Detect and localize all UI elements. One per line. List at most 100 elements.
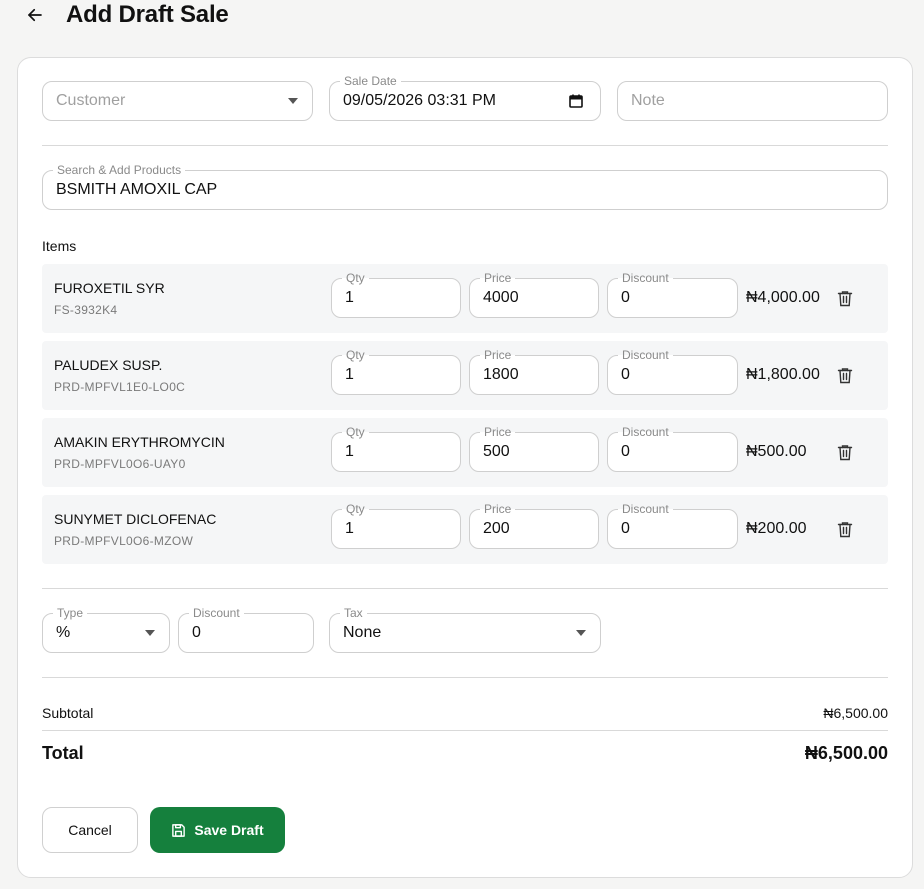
discount-value: 0	[621, 366, 630, 383]
product-search-value: BSMITH AMOXIL CAP	[56, 181, 218, 198]
price-input[interactable]: Price 1800	[469, 348, 599, 395]
product-search-input[interactable]: Search & Add Products BSMITH AMOXIL CAP	[42, 163, 888, 210]
trash-icon[interactable]	[837, 521, 853, 538]
note-input[interactable]: Note	[617, 81, 888, 121]
trash-icon[interactable]	[837, 367, 853, 384]
sale-date-value: 09/05/2026 03:31 PM	[343, 92, 497, 109]
item-row: FUROXETIL SYR FS-3932K4 Qty 1 Price 4000 D…	[42, 264, 888, 333]
type-value: %	[56, 624, 71, 641]
line-total: ₦4,000.00	[746, 289, 820, 306]
item-sku: PRD-MPFVL0O6-MZOW	[54, 534, 194, 548]
sale-date-input[interactable]: Sale Date 09/05/2026 03:31 PM	[329, 74, 601, 121]
divider	[42, 677, 888, 678]
qty-label: Qty	[342, 348, 369, 362]
discount-label: Discount	[618, 425, 673, 439]
customer-placeholder: Customer	[56, 92, 126, 109]
qty-input[interactable]: Qty 1	[331, 425, 461, 472]
discount-label: Discount	[618, 348, 673, 362]
price-label: Price	[480, 502, 516, 516]
total-row: Total ₦6,500.00	[42, 743, 888, 764]
chevron-down-icon	[288, 98, 298, 104]
qty-value: 1	[345, 520, 354, 537]
price-input[interactable]: Price 500	[469, 425, 599, 472]
note-placeholder: Note	[631, 92, 665, 109]
divider	[42, 145, 888, 146]
item-name: FUROXETIL SYR	[54, 280, 165, 296]
price-input[interactable]: Price 4000	[469, 271, 599, 318]
arrow-left-icon	[28, 8, 42, 22]
price-label: Price	[480, 425, 516, 439]
save-draft-button[interactable]: Save Draft	[150, 807, 285, 853]
product-search-label: Search & Add Products	[53, 163, 186, 177]
discount-input[interactable]: Discount 0	[607, 271, 738, 318]
line-total: ₦200.00	[746, 520, 807, 537]
total-value: ₦6,500.00	[804, 743, 888, 763]
sale-date-label: Sale Date	[340, 74, 401, 88]
save-draft-label: Save Draft	[194, 822, 264, 838]
line-total: ₦500.00	[746, 443, 807, 460]
qty-label: Qty	[342, 425, 369, 439]
qty-input[interactable]: Qty 1	[331, 348, 461, 395]
price-label: Price	[480, 348, 516, 362]
item-row: PALUDEX SUSP. PRD-MPFVL1E0-LO0C Qty 1 Pri…	[42, 341, 888, 410]
order-discount-label: Discount	[189, 606, 244, 620]
price-value: 200	[483, 520, 510, 537]
item-row: AMAKIN ERYTHROMYCIN PRD-MPFVL0O6-UAY0 Qt…	[42, 418, 888, 487]
discount-label: Discount	[618, 271, 673, 285]
tax-select[interactable]: Tax None	[329, 606, 601, 653]
floppy-disk-icon	[172, 823, 186, 837]
line-total: ₦1,800.00	[746, 366, 820, 383]
back-button[interactable]	[24, 4, 46, 26]
trash-icon[interactable]	[837, 444, 853, 461]
qty-value: 1	[345, 443, 354, 460]
qty-label: Qty	[342, 271, 369, 285]
items-heading: Items	[42, 238, 77, 254]
qty-value: 1	[345, 366, 354, 383]
total-label: Total	[42, 743, 84, 763]
chevron-down-icon	[145, 630, 155, 636]
divider	[42, 730, 888, 731]
order-discount-input[interactable]: Discount 0	[178, 606, 314, 653]
price-value: 4000	[483, 289, 519, 306]
tax-value: None	[343, 624, 382, 641]
cancel-label: Cancel	[68, 822, 112, 838]
item-name: PALUDEX SUSP.	[54, 357, 163, 373]
subtotal-row: Subtotal ₦6,500.00	[42, 705, 888, 721]
price-label: Price	[480, 271, 516, 285]
qty-input[interactable]: Qty 1	[331, 271, 461, 318]
qty-value: 1	[345, 289, 354, 306]
item-sku: FS-3932K4	[54, 303, 118, 317]
discount-label: Discount	[618, 502, 673, 516]
discount-type-select[interactable]: Type %	[42, 606, 170, 653]
price-value: 1800	[483, 366, 519, 383]
item-name: AMAKIN ERYTHROMYCIN	[54, 434, 225, 450]
order-discount-value: 0	[192, 624, 201, 641]
customer-select[interactable]: Customer	[42, 81, 313, 121]
tax-label: Tax	[340, 606, 367, 620]
item-row: SUNYMET DICLOFENAC PRD-MPFVL0O6-MZOW Qty…	[42, 495, 888, 564]
draft-sale-form: Customer Sale Date 09/05/2026 03:31 PM N…	[17, 57, 913, 878]
page-header: Add Draft Sale	[24, 0, 229, 30]
qty-input[interactable]: Qty 1	[331, 502, 461, 549]
cancel-button[interactable]: Cancel	[42, 807, 138, 853]
price-value: 500	[483, 443, 510, 460]
item-sku: PRD-MPFVL0O6-UAY0	[54, 457, 186, 471]
discount-input[interactable]: Discount 0	[607, 348, 738, 395]
discount-input[interactable]: Discount 0	[607, 425, 738, 472]
item-sku: PRD-MPFVL1E0-LO0C	[54, 380, 186, 394]
calendar-icon[interactable]	[568, 93, 584, 109]
price-input[interactable]: Price 200	[469, 502, 599, 549]
chevron-down-icon	[576, 630, 586, 636]
page-title: Add Draft Sale	[66, 1, 229, 28]
divider	[42, 588, 888, 589]
discount-value: 0	[621, 443, 630, 460]
subtotal-label: Subtotal	[42, 705, 94, 721]
item-name: SUNYMET DICLOFENAC	[54, 511, 217, 527]
trash-icon[interactable]	[837, 290, 853, 307]
discount-input[interactable]: Discount 0	[607, 502, 738, 549]
discount-value: 0	[621, 289, 630, 306]
type-label: Type	[53, 606, 88, 620]
subtotal-value: ₦6,500.00	[823, 705, 888, 721]
qty-label: Qty	[342, 502, 369, 516]
discount-value: 0	[621, 520, 630, 537]
